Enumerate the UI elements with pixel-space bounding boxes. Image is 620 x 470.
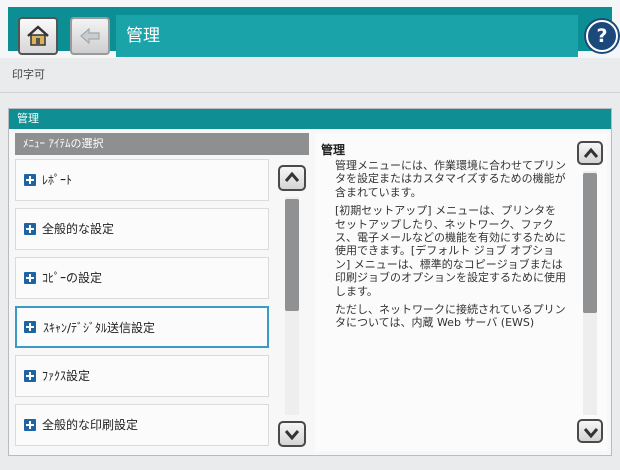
list-item-label: 全般的な設定 [42,222,115,236]
list-item-label: ｺﾋﾟｰの設定 [42,271,103,285]
list-item-label: ﾚﾎﾟｰﾄ [42,173,73,187]
home-icon [27,25,49,46]
description-paragraph: 管理メニューには、作業環境に合わせてプリンタを設定またはカスタマイズするための機… [335,159,566,199]
home-button[interactable] [18,17,58,55]
description-scrollbar[interactable] [575,137,605,449]
plus-icon [24,223,36,235]
chevron-up-icon [583,147,599,158]
chevron-down-icon [583,428,599,439]
list-header: ﾒﾆｭｰ ｱｲﾃﾑの選択 [15,133,309,155]
top-bar: 管理 ? [0,0,620,58]
divider [0,92,620,93]
description-paragraph: [初期セットアップ] メニューは、プリンタをセットアップしたり、ネットワーク、フ… [335,204,567,298]
menu-list: ﾚﾎﾟｰﾄ 全般的な設定 ｺﾋﾟｰの設定 ｽｷｬﾝ/ﾃﾞｼﾞﾀﾙ送信設定 ﾌｧｸ… [15,159,271,451]
list-item-general-settings[interactable]: 全般的な設定 [15,208,269,250]
plus-icon [24,370,36,382]
scroll-down-button[interactable] [577,419,603,443]
title-bar: 管理 ? [8,7,618,57]
plus-icon [24,419,36,431]
plus-icon [24,174,36,186]
list-item-label: 全般的な印刷設定 [42,418,139,432]
description-paragraph: ただし、ネットワークに接続されているプリンタについては、内蔵 Web サーバ (… [335,303,566,330]
plus-icon [24,272,36,284]
list-item-copy-settings[interactable]: ｺﾋﾟｰの設定 [15,257,269,299]
help-button[interactable]: ? [586,20,618,52]
list-item-print-settings[interactable]: 全般的な印刷設定 [15,404,269,446]
description-text: 管理メニューには、作業環境に合わせてプリンタを設定またはカスタマイズするための機… [335,159,567,335]
chevron-down-icon [284,430,300,441]
description-title: 管理 [321,143,346,157]
page-title: 管理 [116,15,578,57]
scroll-thumb[interactable] [285,199,299,311]
list-item-fax-settings[interactable]: ﾌｧｸｽ設定 [15,355,269,397]
description-pane: 管理 管理メニューには、作業環境に合わせてプリンタを設定またはカスタマイズするた… [315,133,607,451]
panel-header: 管理 [9,109,611,129]
scroll-up-button[interactable] [577,141,603,165]
scroll-down-button[interactable] [278,421,306,447]
help-icon: ? [596,25,608,47]
list-item-scan-digital-send[interactable]: ｽｷｬﾝ/ﾃﾞｼﾞﾀﾙ送信設定 [15,306,269,348]
plus-icon [24,321,36,333]
list-item-label: ｽｷｬﾝ/ﾃﾞｼﾞﾀﾙ送信設定 [43,321,156,335]
list-scrollbar[interactable] [275,159,309,451]
list-item-label: ﾌｧｸｽ設定 [42,369,91,383]
list-item-report[interactable]: ﾚﾎﾟｰﾄ [15,159,269,201]
scroll-up-button[interactable] [278,165,306,191]
back-icon [80,27,100,45]
back-button[interactable] [70,17,110,55]
status-text: 印字可 [12,68,45,81]
scroll-thumb[interactable] [583,173,597,313]
admin-panel: 管理 ﾒﾆｭｰ ｱｲﾃﾑの選択 ﾚﾎﾟｰﾄ 全般的な設定 ｺﾋﾟｰの設定 ｽｷｬ… [8,108,612,456]
chevron-up-icon [284,171,300,182]
